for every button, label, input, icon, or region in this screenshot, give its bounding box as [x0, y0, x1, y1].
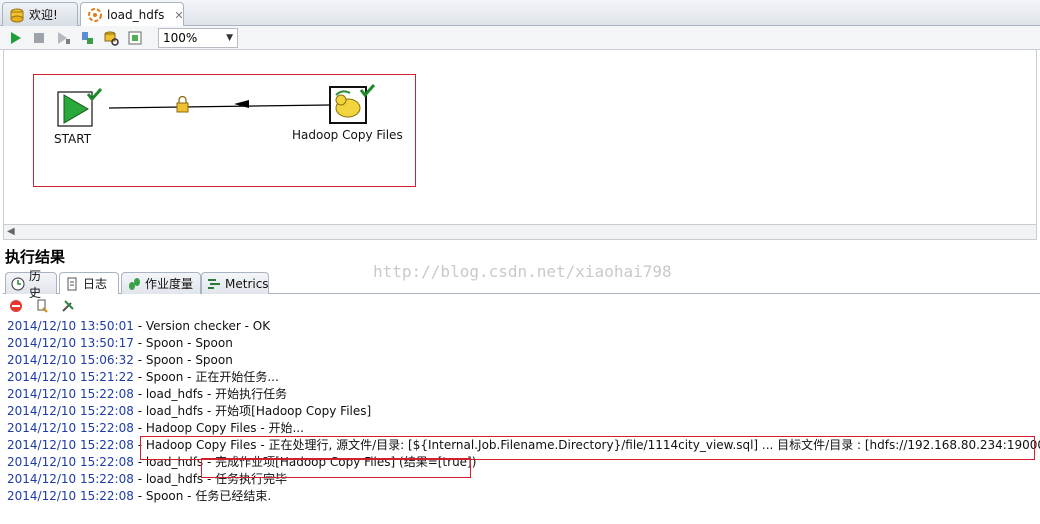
preview-button[interactable] [54, 29, 72, 47]
editor-tab-bar: 欢迎! load_hdfs ✕ [0, 0, 1040, 27]
tab-log[interactable]: 日志 [59, 272, 119, 294]
tab-welcome-label: 欢迎! [29, 8, 58, 22]
metrics-steps-icon [129, 277, 140, 290]
tab-history[interactable]: 历史 [5, 269, 57, 300]
preview-icon [58, 31, 70, 44]
tab-metrics-label: Metrics [225, 276, 269, 291]
tab-load-hdfs-label: load_hdfs [107, 8, 165, 22]
tab-log-label: 日志 [83, 277, 108, 291]
log-line: 2014/12/10 13:50:01 - Version checker - … [7, 319, 271, 333]
log-toolbar [8, 298, 76, 314]
metrics-icon [208, 278, 220, 289]
welcome-icon [9, 7, 25, 23]
start-node-icon [57, 91, 93, 127]
lock-icon [176, 95, 189, 113]
log-settings-icon[interactable] [60, 298, 76, 314]
results-title: 执行结果 [5, 248, 66, 266]
job-icon [87, 7, 103, 23]
hadoop-copy-node-label: Hadoop Copy Files [292, 128, 403, 142]
tab-job-metrics-label: 作业度量 [145, 277, 194, 291]
run-button[interactable] [6, 29, 24, 47]
explore-icon [128, 31, 142, 44]
log-line: 2014/12/10 15:22:08 - load_hdfs - 开始执行任务 [7, 387, 288, 401]
start-node-label: START [54, 132, 92, 146]
tab-welcome[interactable]: 欢迎! [2, 2, 78, 26]
replay-icon [104, 31, 119, 46]
tab-load-hdfs[interactable]: load_hdfs ✕ [80, 2, 184, 27]
scroll-left-icon[interactable]: ◀ [7, 226, 15, 237]
clear-log-icon[interactable] [8, 298, 24, 314]
tab-history-label: 历史 [29, 268, 42, 300]
job-canvas[interactable]: START Hadoop Copy Files [3, 50, 1037, 224]
zoom-value: 100% [163, 30, 198, 45]
log-line: 2014/12/10 15:22:08 - Spoon - 任务已经结束. [7, 489, 272, 503]
job-toolbar: 100% ▼ [0, 26, 1040, 50]
log-line: 2014/12/10 13:50:17 - Spoon - Spoon [7, 336, 233, 350]
zoom-select[interactable]: 100% ▼ [158, 27, 238, 48]
run-icon [11, 31, 21, 44]
close-icon[interactable]: ✕ [174, 9, 183, 22]
stop-button[interactable] [30, 29, 48, 47]
debug-button[interactable] [78, 29, 96, 47]
chevron-down-icon: ▼ [226, 32, 233, 43]
log-line: 2014/12/10 15:22:08 - load_hdfs - 任务执行完毕 [7, 472, 288, 486]
log-line: 2014/12/10 15:22:08 - load_hdfs - 开始项[Ha… [7, 404, 372, 418]
canvas-horizontal-scrollbar[interactable]: ◀ [3, 224, 1037, 240]
copy-log-icon[interactable] [34, 298, 50, 314]
log-output[interactable]: 2014/12/10 13:50:01 - Version checker - … [7, 318, 1040, 505]
tab-metrics[interactable]: Metrics [201, 272, 269, 294]
results-tab-bar: 历史 日志 作业度量 Metrics [3, 269, 1040, 300]
annotation-box [140, 436, 1035, 460]
log-line: 2014/12/10 15:06:32 - Spoon - Spoon [7, 353, 233, 367]
debug-icon [82, 31, 93, 44]
log-icon [67, 277, 77, 290]
hadoop-copy-node-icon [329, 86, 367, 124]
hop-line [108, 104, 330, 109]
log-line: 2014/12/10 15:21:22 - Spoon - 正在开始任务... [7, 370, 279, 384]
annotation-box [201, 458, 471, 478]
replay-button[interactable] [102, 29, 120, 47]
history-icon [11, 277, 25, 290]
explore-button[interactable] [126, 29, 144, 47]
job-graph [57, 83, 376, 127]
tab-job-metrics[interactable]: 作业度量 [121, 272, 201, 294]
stop-icon [34, 32, 44, 43]
log-line: 2014/12/10 15:22:08 - Hadoop Copy Files … [7, 421, 304, 435]
